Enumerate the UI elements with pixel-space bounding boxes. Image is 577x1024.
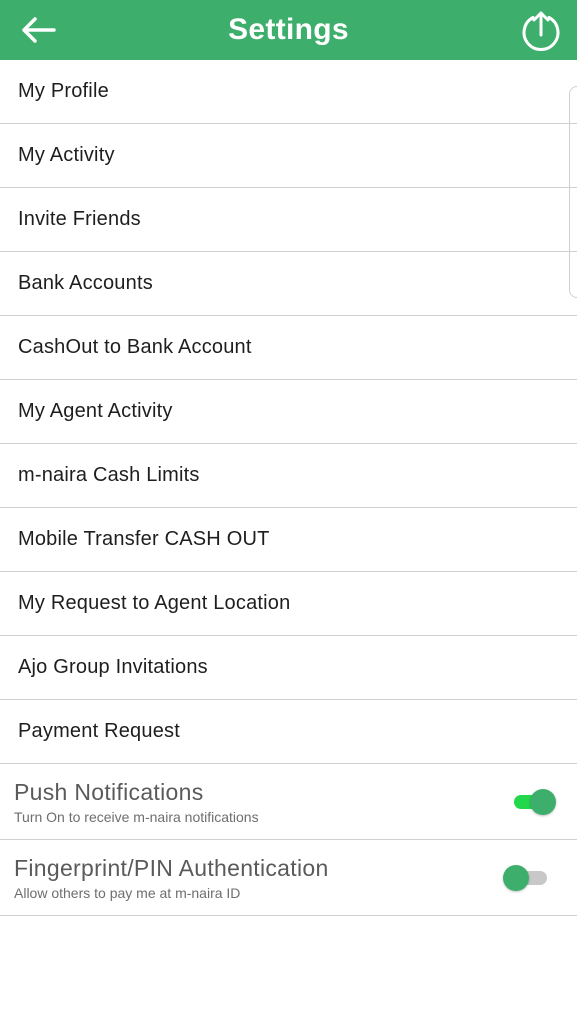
setting-subtitle: Turn On to receive m-naira notifications <box>14 809 259 825</box>
menu-item-label: My Profile <box>18 80 109 102</box>
menu-item-payment-request[interactable]: Payment Request <box>0 700 577 764</box>
menu-item-label: My Activity <box>18 144 115 166</box>
menu-item-label: Ajo Group Invitations <box>18 656 208 678</box>
menu-item-label: Invite Friends <box>18 208 141 230</box>
menu-item-label: Payment Request <box>18 720 180 742</box>
menu-item-label: My Request to Agent Location <box>18 592 291 614</box>
menu-item-my-agent-activity[interactable]: My Agent Activity <box>0 380 577 444</box>
setting-title: Fingerprint/PIN Authentication <box>14 855 329 881</box>
arrow-left-icon <box>22 17 56 43</box>
menu-item-label: Mobile Transfer CASH OUT <box>18 528 270 550</box>
setting-fingerprint-pin: Fingerprint/PIN Authentication Allow oth… <box>0 840 577 916</box>
upload-button[interactable] <box>519 9 563 53</box>
upload-circle-icon <box>522 11 560 51</box>
menu-item-label: m-naira Cash Limits <box>18 464 200 486</box>
menu-item-label: My Agent Activity <box>18 400 173 422</box>
setting-subtitle: Allow others to pay me at m-naira ID <box>14 885 241 901</box>
menu-item-cashout-to-bank[interactable]: CashOut to Bank Account <box>0 316 577 380</box>
fingerprint-pin-toggle[interactable] <box>503 863 553 893</box>
push-notifications-toggle[interactable] <box>510 787 560 817</box>
menu-item-mobile-transfer-cash-out[interactable]: Mobile Transfer CASH OUT <box>0 508 577 572</box>
menu-item-my-profile[interactable]: My Profile <box>0 60 577 124</box>
menu-item-my-activity[interactable]: My Activity <box>0 124 577 188</box>
menu-item-label: CashOut to Bank Account <box>18 336 252 358</box>
scroll-indicator <box>569 86 577 298</box>
settings-screen: Settings My Profile My Activity Invite F… <box>0 0 577 1024</box>
menu-item-label: Bank Accounts <box>18 272 153 294</box>
back-button[interactable] <box>18 12 58 48</box>
toggle-thumb <box>530 789 556 815</box>
menu-item-invite-friends[interactable]: Invite Friends <box>0 188 577 252</box>
menu-item-cash-limits[interactable]: m-naira Cash Limits <box>0 444 577 508</box>
settings-list: My Profile My Activity Invite Friends Ba… <box>0 60 577 916</box>
menu-item-bank-accounts[interactable]: Bank Accounts <box>0 252 577 316</box>
setting-push-notifications: Push Notifications Turn On to receive m-… <box>0 764 577 840</box>
menu-item-request-agent-location[interactable]: My Request to Agent Location <box>0 572 577 636</box>
setting-title: Push Notifications <box>14 779 204 805</box>
page-title: Settings <box>228 13 349 46</box>
toggle-thumb <box>503 865 529 891</box>
app-bar: Settings <box>0 0 577 60</box>
menu-item-ajo-group-invitations[interactable]: Ajo Group Invitations <box>0 636 577 700</box>
